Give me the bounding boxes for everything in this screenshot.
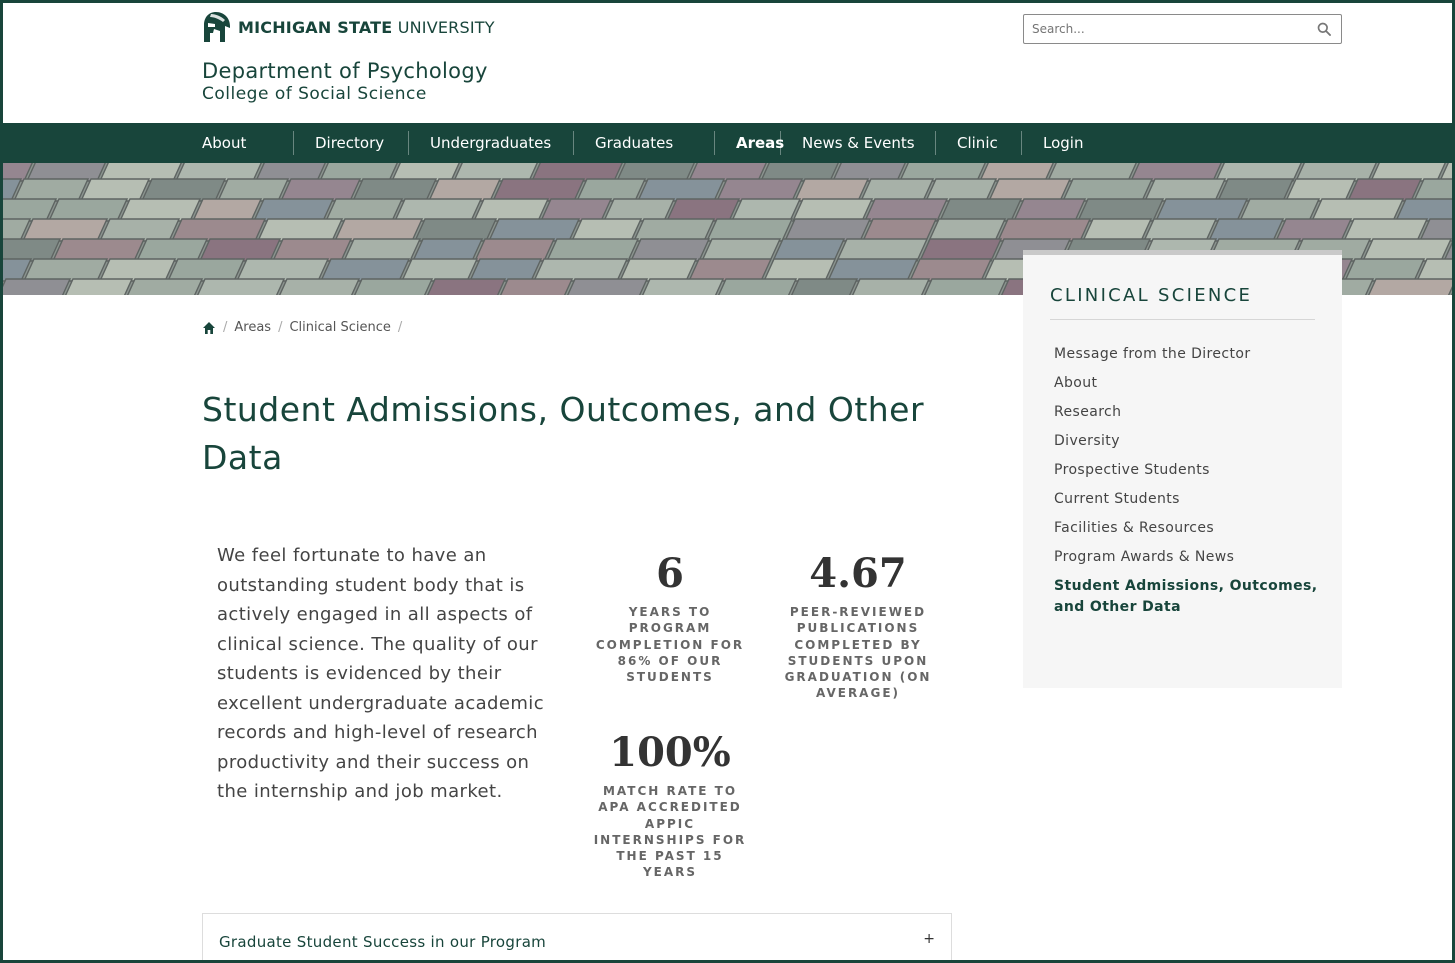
stat-publications: 4.67 Peer-reviewed publications complete…	[779, 551, 937, 702]
stat-value: 4.67	[809, 550, 907, 597]
sidebar-link[interactable]: Message from the Director	[1054, 344, 1319, 365]
nav-item-undergraduates[interactable]: Undergraduates	[408, 123, 573, 163]
main-nav: About Directory Undergraduates Graduates Are…	[0, 123, 1455, 163]
main-nav-list: About Directory Undergraduates Graduates Are…	[202, 123, 1091, 163]
nav-item-areas[interactable]: Areas	[714, 123, 784, 163]
logo-bold-text: MICHIGAN STATE	[238, 18, 393, 37]
nav-item-clinic[interactable]: Clinic	[935, 123, 1021, 163]
breadcrumb-link-areas[interactable]: Areas	[234, 320, 271, 335]
sidebar-menu: Message from the Director About Research Di…	[1054, 344, 1319, 626]
nav-item-directory[interactable]: Directory	[293, 123, 408, 163]
stat-description: Match rate to APA accredited APPIC inter…	[593, 784, 747, 880]
stat-match-rate: 100% Match rate to APA accredited APPIC …	[587, 730, 753, 881]
sidebar-divider	[1050, 319, 1315, 320]
msu-logo[interactable]: MICHIGAN STATE UNIVERSITY	[201, 11, 495, 44]
sidebar-link[interactable]: About	[1054, 373, 1319, 394]
intro-paragraph: We feel fortunate to have an outstanding…	[217, 545, 544, 802]
breadcrumb-separator: /	[278, 320, 283, 335]
page-title: Student Admissions, Outcomes, and Other …	[202, 390, 925, 477]
nav-item-label: About	[202, 134, 247, 152]
stat-value: 6	[656, 550, 684, 597]
sidebar-link[interactable]: Student Admissions, Outcomes, and Other …	[1054, 576, 1319, 618]
nav-item-label: Areas	[736, 134, 785, 152]
nav-item-label: Directory	[315, 134, 385, 152]
logo-light-text: UNIVERSITY	[397, 18, 495, 37]
sidebar-link[interactable]: Research	[1054, 402, 1319, 423]
section-sidebar: CLINICAL SCIENCE Message from the Direct…	[1023, 250, 1342, 688]
sidebar-link[interactable]: Current Students	[1054, 489, 1319, 510]
stat-years-to-completion: 6 Years to program completion for 86% of…	[590, 551, 750, 685]
breadcrumb-separator: /	[223, 320, 228, 335]
nav-item-graduates[interactable]: Graduates	[573, 123, 714, 163]
sidebar-link[interactable]: Facilities & Resources	[1054, 518, 1319, 539]
plus-icon[interactable]: +	[923, 931, 935, 947]
spartan-helmet-icon	[204, 12, 230, 42]
department-title[interactable]: Department of Psychology	[202, 59, 488, 83]
stat-value: 100%	[609, 729, 731, 776]
sidebar-link[interactable]: Diversity	[1054, 431, 1319, 452]
home-icon[interactable]	[202, 321, 216, 335]
breadcrumb-separator: /	[397, 320, 403, 335]
college-title[interactable]: College of Social Science	[202, 84, 427, 104]
stat-description: Peer-reviewed publications completed by …	[784, 605, 932, 701]
nav-item-about[interactable]: About	[202, 123, 293, 163]
search-input[interactable]	[1024, 15, 1309, 43]
accordion-graduate-success[interactable]: Graduate Student Success in our Program …	[202, 913, 952, 963]
nav-item-label: Undergraduates	[430, 134, 552, 152]
stat-description: Years to program completion for 86% of o…	[595, 605, 745, 685]
breadcrumb: / Areas / Clinical Science /	[202, 320, 409, 335]
site-header: MICHIGAN STATE UNIVERSITY Department of …	[0, 0, 1455, 123]
nav-item-label: Graduates	[595, 134, 674, 152]
search-box	[1023, 14, 1342, 44]
nav-item-label: Login	[1043, 134, 1084, 152]
nav-item-login[interactable]: Login	[1021, 123, 1091, 163]
sidebar-link[interactable]: Program Awards & News	[1054, 547, 1319, 568]
nav-item-news-events[interactable]: News & Events	[780, 123, 935, 163]
sidebar-link[interactable]: Prospective Students	[1054, 460, 1319, 481]
nav-item-label: Clinic	[957, 134, 998, 152]
search-icon[interactable]	[1317, 22, 1331, 36]
nav-item-label: News & Events	[802, 134, 915, 152]
sidebar-title: CLINICAL SCIENCE	[1050, 285, 1253, 306]
breadcrumb-link-clinical-science[interactable]: Clinical Science	[289, 320, 390, 335]
msu-wordmark: MICHIGAN STATE UNIVERSITY	[238, 18, 495, 37]
accordion-label[interactable]: Graduate Student Success in our Program	[219, 933, 546, 951]
